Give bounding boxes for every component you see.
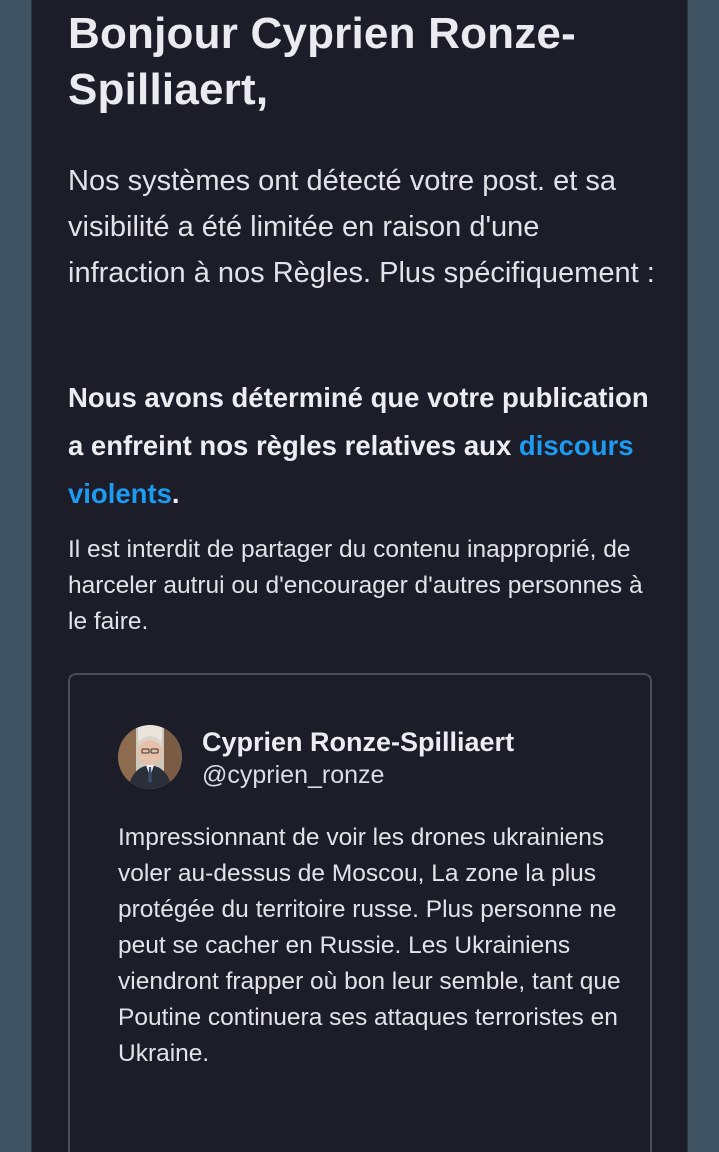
violation-statement: Nous avons déterminé que votre publicati… xyxy=(68,374,658,518)
greeting-heading: Bonjour Cyprien Ronze-Spilliaert, xyxy=(68,9,576,114)
explanation-paragraph: Il est interdit de partager du contenu i… xyxy=(68,536,643,635)
email-screen: Bonjour Cyprien Ronze-Spilliaert, Nos sy… xyxy=(0,0,719,1152)
post-text: Impressionnant de voir les drones ukrain… xyxy=(118,824,621,1067)
author-name[interactable]: Cyprien Ronze-Spilliaert xyxy=(202,725,514,759)
violation-suffix: . xyxy=(171,478,180,509)
notification-card: Bonjour Cyprien Ronze-Spilliaert, Nos sy… xyxy=(32,0,687,1152)
user-avatar-photo[interactable] xyxy=(118,725,182,789)
avatar-icon xyxy=(118,725,182,789)
intro-paragraph: Nos systèmes ont détecté votre post. et … xyxy=(68,165,655,289)
right-margin xyxy=(687,0,719,1152)
left-margin xyxy=(0,0,32,1152)
author-handle[interactable]: @cyprien_ronze xyxy=(202,759,384,791)
quoted-post-card[interactable]: Cyprien Ronze-Spilliaert @cyprien_ronze … xyxy=(68,673,652,1152)
